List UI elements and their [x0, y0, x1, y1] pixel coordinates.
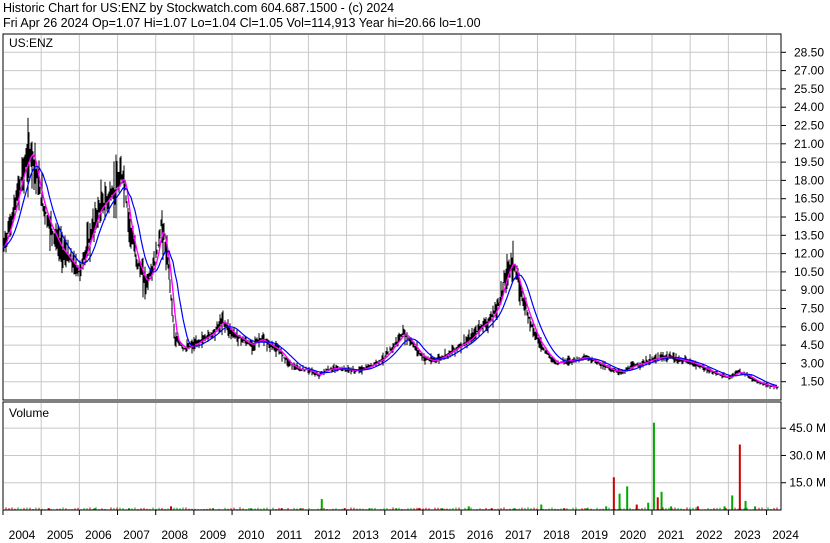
y-tick-label: 3.00: [801, 356, 825, 370]
volume-spike: [647, 502, 650, 510]
volume-spike: [540, 504, 543, 510]
volume-spike: [744, 500, 747, 510]
y-tick-label: 24.00: [794, 100, 824, 114]
y-tick-label: 22.50: [794, 119, 824, 133]
volume-panel: [2, 401, 782, 511]
y-tick-label: 21.00: [794, 137, 824, 151]
x-tick-label: 2021: [658, 528, 685, 542]
y-tick-label: 13.50: [794, 228, 824, 242]
volume-spike: [626, 486, 629, 510]
x-tick-label: 2023: [734, 528, 761, 542]
x-tick-label: 2017: [505, 528, 532, 542]
volume-spike: [467, 506, 470, 510]
x-tick-label: 2007: [123, 528, 150, 542]
x-tick-label: 2012: [314, 528, 341, 542]
x-tick-label: 2006: [85, 528, 112, 542]
y-tick-label: 6.00: [801, 320, 825, 334]
volume-spike: [731, 495, 734, 510]
volume-spike: [320, 499, 323, 510]
y-tick-label: 4.50: [801, 338, 825, 352]
volume-tick-label: 45.0 M: [789, 421, 826, 435]
x-tick-label: 2009: [200, 528, 227, 542]
y-tick-label: 25.50: [794, 82, 824, 96]
volume-spike: [652, 422, 655, 510]
volume-spike: [605, 506, 608, 510]
y-tick-label: 10.50: [794, 265, 824, 279]
y-tick-label: 19.50: [794, 155, 824, 169]
y-tick-label: 27.00: [794, 64, 824, 78]
y-tick-label: 18.00: [794, 173, 824, 187]
y-tick-label: 16.50: [794, 192, 824, 206]
x-tick-label: 2020: [619, 528, 646, 542]
x-tick-label: 2016: [467, 528, 494, 542]
stock-chart: 2004 2005 2006 2007 2008 2009 2010 2011 2012 2013…: [2, 33, 826, 542]
volume-spike: [696, 506, 699, 510]
volume-spike: [635, 504, 638, 510]
y-tick-label: 9.00: [801, 283, 825, 297]
volume-spike: [618, 493, 621, 510]
volume-spike: [660, 491, 663, 510]
x-tick-label: 2011: [276, 528, 302, 542]
volume-panel-title: Volume: [9, 406, 49, 420]
x-tick-label: 2015: [429, 528, 456, 542]
volume-tick-label: 15.0 M: [789, 476, 826, 490]
volume-spike: [612, 477, 615, 510]
y-tick-label: 15.00: [794, 210, 824, 224]
volume-spike: [670, 506, 673, 510]
y-tick-label: 1.50: [801, 375, 825, 389]
x-tick-label: 2005: [47, 528, 74, 542]
x-tick-label: 2010: [238, 528, 265, 542]
price-panel-title: US:ENZ: [9, 36, 53, 50]
x-tick-label: 2013: [352, 528, 379, 542]
volume-spike: [169, 506, 172, 510]
x-tick-label: 2008: [161, 528, 188, 542]
x-tick-label: 2018: [543, 528, 570, 542]
x-tick-label: 2004: [9, 528, 36, 542]
x-tick-label: 2022: [696, 528, 723, 542]
x-tick-label: 2019: [581, 528, 608, 542]
y-tick-label: 7.50: [801, 302, 825, 316]
volume-spike: [738, 444, 741, 510]
x-tick-label: 2014: [390, 528, 417, 542]
y-tick-label: 12.00: [794, 247, 824, 261]
x-tick-label: 2024: [772, 528, 799, 542]
volume-spike: [656, 497, 659, 510]
volume-spike: [723, 506, 726, 510]
volume-tick-label: 30.0 M: [789, 448, 826, 462]
y-tick-label: 28.50: [794, 45, 824, 59]
volume-spike: [754, 506, 757, 510]
